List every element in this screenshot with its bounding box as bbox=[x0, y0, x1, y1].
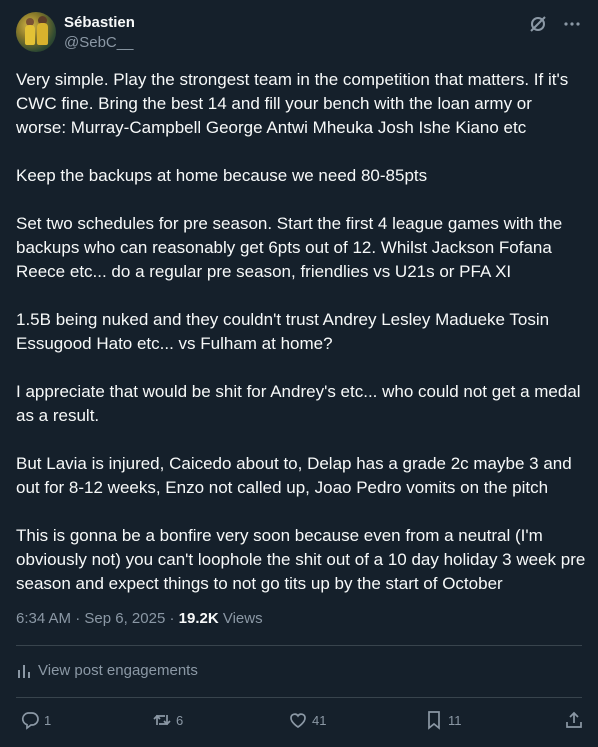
bookmark-icon bbox=[428, 711, 440, 730]
avatar[interactable] bbox=[16, 12, 56, 52]
engagements-label: View post engagements bbox=[38, 662, 198, 679]
share-icon bbox=[566, 711, 582, 728]
like-button[interactable]: 41 bbox=[288, 710, 326, 730]
post-paragraph: I appreciate that would be shit for Andr… bbox=[16, 382, 581, 425]
repost-icon bbox=[153, 714, 171, 726]
reply-count: 1 bbox=[44, 712, 52, 728]
like-count: 41 bbox=[312, 712, 327, 728]
post-header: Sébastien @SebC__ bbox=[16, 12, 582, 56]
post-paragraph: 1.5B being nuked and they couldn't trust… bbox=[16, 310, 550, 353]
action-bar: 1 6 41 11 bbox=[16, 710, 584, 736]
post-paragraph: But Lavia is injured, Caicedo about to, … bbox=[16, 454, 572, 497]
divider bbox=[16, 697, 582, 698]
more-icon[interactable] bbox=[562, 14, 582, 34]
author-name[interactable]: Sébastien bbox=[64, 14, 135, 31]
divider bbox=[16, 645, 582, 646]
post-paragraph: This is gonna be a bonfire very soon bec… bbox=[16, 526, 586, 593]
repost-button[interactable]: 6 bbox=[152, 710, 183, 730]
views-label: Views bbox=[222, 610, 263, 627]
views-count: 19.2K bbox=[178, 610, 219, 627]
view-engagements-link[interactable]: View post engagements bbox=[16, 662, 198, 679]
post-date[interactable]: Sep 6, 2025 bbox=[84, 610, 165, 627]
post-text: Very simple. Play the strongest team in … bbox=[16, 68, 586, 620]
bar-chart-icon bbox=[18, 664, 30, 678]
reply-icon bbox=[21, 712, 39, 730]
post-paragraph: Very simple. Play the strongest team in … bbox=[16, 70, 569, 137]
post-time[interactable]: 6:34 AM bbox=[16, 610, 71, 627]
bookmark-count: 11 bbox=[448, 712, 462, 728]
post-paragraph: Set two schedules for pre season. Start … bbox=[16, 214, 563, 281]
post-paragraph: Keep the backups at home because we need… bbox=[16, 166, 428, 185]
author-handle[interactable]: @SebC__ bbox=[64, 34, 133, 51]
heart-icon bbox=[290, 713, 306, 728]
meta-separator: · bbox=[75, 610, 81, 627]
meta-separator: · bbox=[169, 610, 175, 627]
repost-count: 6 bbox=[176, 712, 184, 728]
reply-button[interactable]: 1 bbox=[20, 710, 51, 730]
bookmark-button[interactable]: 11 bbox=[424, 710, 462, 730]
post-meta: 6:34 AM · Sep 6, 2025 · 19.2K Views bbox=[16, 610, 263, 627]
share-button[interactable] bbox=[564, 710, 584, 730]
grok-icon[interactable] bbox=[528, 14, 548, 34]
